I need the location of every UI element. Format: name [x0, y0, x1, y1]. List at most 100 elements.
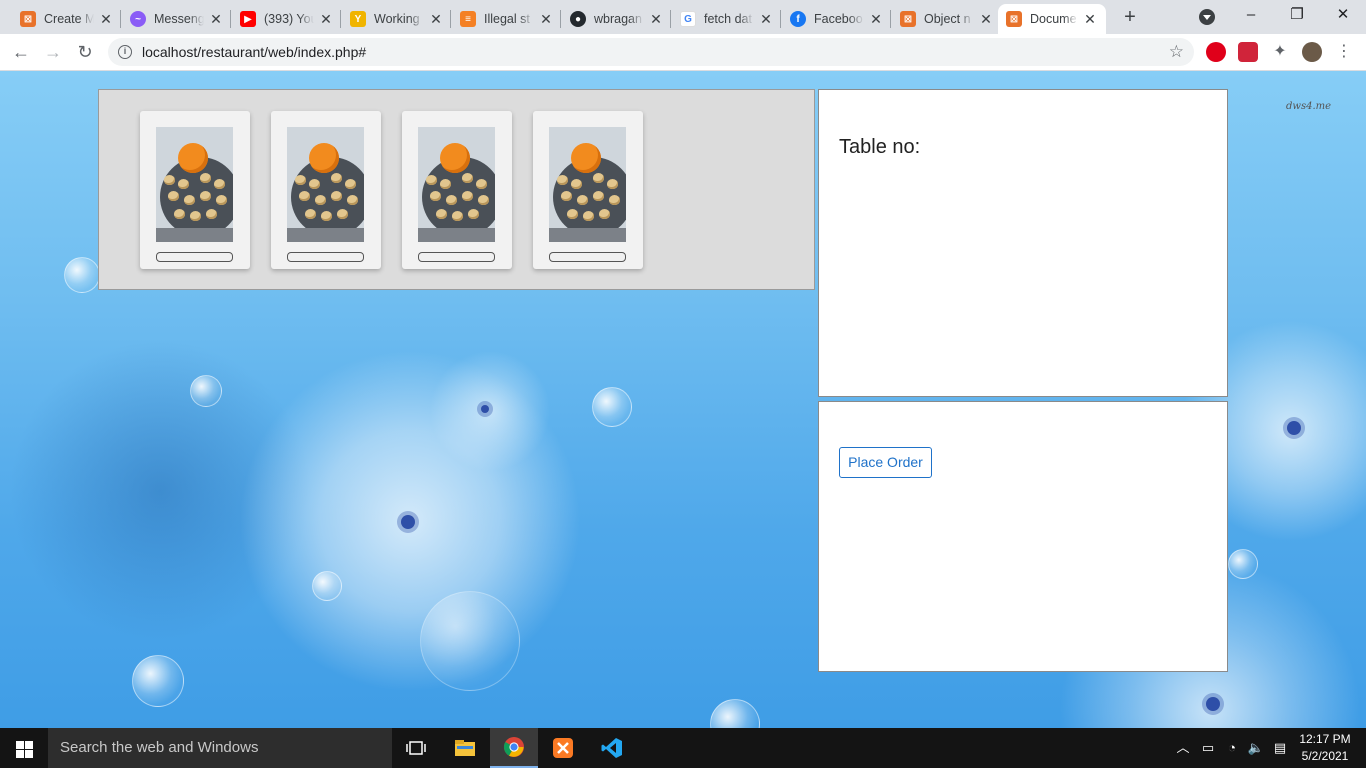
bubble-decoration: [312, 571, 342, 601]
bubble-decoration: [1228, 549, 1258, 579]
info-icon[interactable]: i: [118, 45, 132, 59]
close-icon[interactable]: ✕: [868, 11, 884, 27]
browser-tab[interactable]: ● wbragan ✕: [562, 4, 672, 34]
bookmark-star-icon[interactable]: ☆: [1169, 42, 1184, 62]
flower-decoration: [481, 405, 489, 413]
browser-tab[interactable]: G fetch dat ✕: [672, 4, 782, 34]
address-bar[interactable]: i localhost/restaurant/web/index.php# ☆: [108, 38, 1194, 66]
close-icon[interactable]: ✕: [318, 11, 334, 27]
tab-title: Create M: [44, 12, 94, 26]
close-icon[interactable]: ✕: [538, 11, 554, 27]
youtube-icon: ▶: [240, 11, 256, 27]
maximize-button[interactable]: ❐: [1274, 0, 1320, 32]
tab-title: (393) You: [264, 12, 314, 26]
close-icon[interactable]: ✕: [208, 11, 224, 27]
file-explorer-icon[interactable]: [441, 728, 489, 768]
tab-title: Docume: [1030, 12, 1077, 26]
reload-icon[interactable]: ↻: [72, 39, 98, 65]
tab-divider: [780, 10, 781, 28]
momo-dumplings-image: [549, 127, 626, 242]
tab-title: Illegal st: [484, 12, 530, 26]
menu-items-panel: [98, 89, 815, 290]
tab-title: Object n: [924, 12, 971, 26]
messenger-icon: ~: [130, 11, 146, 27]
close-window-button[interactable]: ✕: [1320, 0, 1366, 32]
menu-item-label-box[interactable]: [287, 252, 364, 262]
browser-tab[interactable]: f Faceboo ✕: [782, 4, 892, 34]
new-tab-button[interactable]: +: [1118, 6, 1142, 30]
bubble-decoration: [64, 257, 100, 293]
browser-tab[interactable]: ⊠ Object n ✕: [892, 4, 1002, 34]
xampp-icon[interactable]: [539, 728, 587, 768]
close-icon[interactable]: ✕: [428, 11, 444, 27]
tab-search-dropdown-icon[interactable]: [1199, 9, 1215, 25]
browser-toolbar: ← → ↻ i localhost/restaurant/web/index.p…: [0, 34, 1366, 71]
menu-item-card[interactable]: [271, 111, 381, 269]
close-icon[interactable]: ✕: [758, 11, 774, 27]
bubble-decoration: [420, 591, 520, 691]
profile-avatar[interactable]: [1302, 42, 1322, 62]
menu-item-label-box[interactable]: [156, 252, 233, 262]
tab-title: Faceboo: [814, 12, 863, 26]
vscode-icon[interactable]: [588, 728, 636, 768]
clock-date: 5/2/2021: [1301, 749, 1349, 763]
menu-kebab-icon[interactable]: ⋮: [1334, 42, 1354, 62]
page-viewport: dws4.me Table no: Place Order: [0, 71, 1366, 728]
close-icon[interactable]: ✕: [648, 11, 664, 27]
tab-divider: [670, 10, 671, 28]
chrome-icon[interactable]: [490, 728, 538, 768]
browser-tab[interactable]: ▶ (393) You ✕: [232, 4, 342, 34]
flower-decoration: [1206, 697, 1220, 711]
tab-title: fetch dat: [704, 12, 752, 26]
taskbar-clock[interactable]: 12:17 PM 5/2/2021: [1292, 731, 1358, 765]
order-summary-panel: Table no:: [818, 89, 1228, 397]
table-number-label: Table no:: [839, 136, 921, 158]
battery-icon[interactable]: ▭: [1198, 728, 1218, 768]
menu-item-label-box[interactable]: [418, 252, 495, 262]
order-actions-panel: Place Order: [818, 401, 1228, 672]
back-arrow-icon[interactable]: ←: [8, 39, 34, 65]
browser-tab[interactable]: ≡ Illegal st ✕: [452, 4, 562, 34]
browser-tab[interactable]: ⊠ Create M ✕: [12, 4, 122, 34]
taskbar-search-input[interactable]: Search the web and Windows: [48, 728, 392, 768]
browser-tab-active[interactable]: ⊠ Docume ✕: [998, 4, 1106, 34]
windows-taskbar: Search the web and Windows ︿ ▭ ◔ 🔈 ▤ 12:…: [0, 728, 1366, 768]
tab-divider: [560, 10, 561, 28]
browser-tab-strip: ⊠ Create M ✕ ~ Messeng ✕ ▶ (393) You ✕ Y…: [0, 0, 1366, 34]
stackoverflow-icon: ≡: [460, 11, 476, 27]
extensions-puzzle-icon[interactable]: ✦: [1270, 42, 1290, 62]
close-icon[interactable]: ✕: [98, 11, 114, 27]
momo-dumplings-image: [418, 127, 495, 242]
volume-icon[interactable]: 🔈: [1246, 728, 1266, 768]
menu-item-card[interactable]: [140, 111, 250, 269]
flower-decoration: [401, 515, 415, 529]
close-icon[interactable]: ✕: [1082, 11, 1098, 27]
url-text[interactable]: localhost/restaurant/web/index.php#: [142, 44, 366, 60]
forward-arrow-icon[interactable]: →: [40, 39, 66, 65]
menu-item-card[interactable]: [533, 111, 643, 269]
wifi-icon[interactable]: ◔: [1222, 728, 1242, 768]
media-extension-icon[interactable]: [1238, 42, 1258, 62]
windows-start-icon[interactable]: [0, 728, 48, 768]
github-icon: ●: [570, 11, 586, 27]
xampp-icon: ⊠: [20, 11, 36, 27]
menu-item-label-box[interactable]: [549, 252, 626, 262]
tab-title: wbragan: [594, 12, 642, 26]
momo-dumplings-image: [287, 127, 364, 242]
browser-tab[interactable]: Y Working ✕: [342, 4, 452, 34]
menu-item-card[interactable]: [402, 111, 512, 269]
tab-divider: [890, 10, 891, 28]
notifications-icon[interactable]: ▤: [1270, 728, 1290, 768]
minimize-button[interactable]: –: [1228, 0, 1274, 32]
task-view-icon[interactable]: [392, 728, 440, 768]
facebook-icon: f: [790, 11, 806, 27]
opera-extension-icon[interactable]: [1206, 42, 1226, 62]
place-order-button[interactable]: Place Order: [839, 447, 932, 478]
xampp-icon: ⊠: [900, 11, 916, 27]
browser-tab[interactable]: ~ Messeng ✕: [122, 4, 232, 34]
xampp-icon: ⊠: [1006, 11, 1022, 27]
tab-title: Working: [374, 12, 420, 26]
close-icon[interactable]: ✕: [978, 11, 994, 27]
show-hidden-icons-chevron-icon[interactable]: ︿: [1174, 728, 1192, 768]
tab-divider: [450, 10, 451, 28]
